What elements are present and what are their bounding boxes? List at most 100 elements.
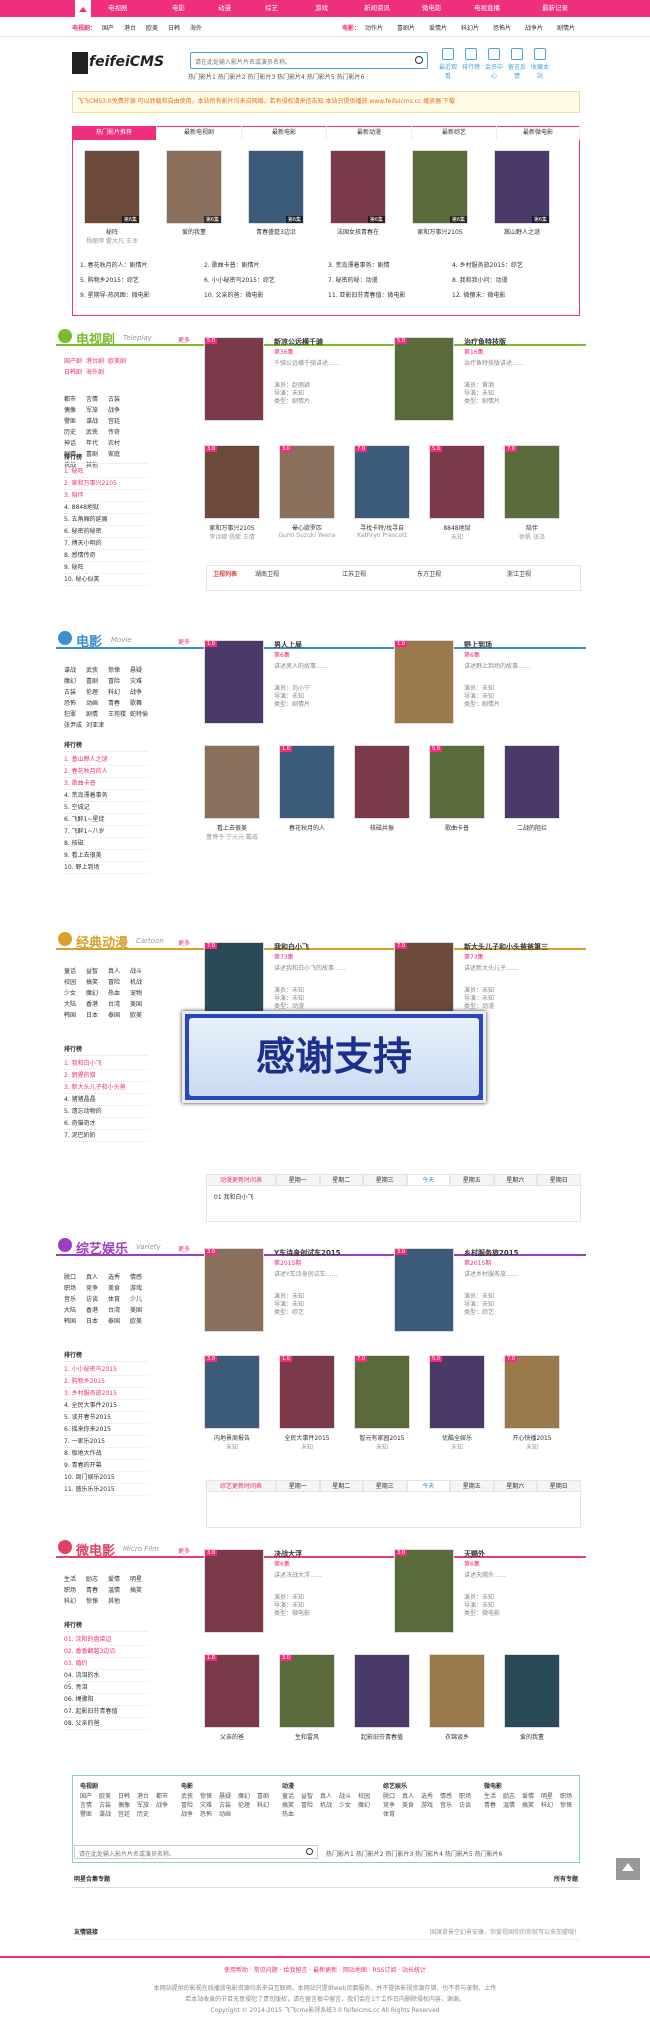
directory-link[interactable]: 魔幻 xyxy=(238,1792,257,1801)
tag-link[interactable]: 言情 xyxy=(86,394,108,405)
tag-link[interactable]: 美食 xyxy=(108,1283,130,1294)
directory-link[interactable]: 搞笑 xyxy=(282,1801,301,1810)
tab-new-micro[interactable]: 最新微电影 xyxy=(497,126,580,140)
week-tab[interactable]: 星期一 xyxy=(276,1480,320,1492)
hot-link[interactable]: 4. 乡村服务旅2015：综艺 xyxy=(452,260,523,269)
section-poster[interactable]: 3.0 xyxy=(204,445,260,519)
directory-link[interactable]: 励志 xyxy=(503,1792,522,1801)
subnav-movie-3[interactable]: 科幻片 xyxy=(461,23,479,32)
section-poster[interactable] xyxy=(354,1654,410,1728)
rank-item[interactable]: 2. 购物乡2015 xyxy=(64,1376,148,1388)
feature-poster[interactable]: 3.0 xyxy=(394,1549,454,1633)
tag-link[interactable]: 科幻 xyxy=(64,1596,86,1607)
tag-link[interactable]: 韩国 xyxy=(64,1010,86,1021)
subnav-tv-4[interactable]: 海外 xyxy=(190,23,202,32)
directory-link[interactable]: 真人 xyxy=(402,1792,421,1801)
tab-new-variety[interactable]: 最新综艺 xyxy=(412,126,497,140)
rank-item[interactable]: 7. 飞醉1~八岁 xyxy=(64,826,148,838)
directory-link[interactable]: 战斗 xyxy=(339,1792,358,1801)
bottom-search[interactable]: 请在此处输入影片片名或演员名称。 xyxy=(74,1845,318,1859)
tag-link[interactable]: 灾难 xyxy=(130,676,152,687)
tag-link[interactable]: 搞笑 xyxy=(86,977,108,988)
nav-history[interactable]: 最新记录 xyxy=(542,0,568,17)
directory-link[interactable]: 军旅 xyxy=(137,1801,156,1810)
hot-link[interactable]: 6. 小小秘密鸟2015：综艺 xyxy=(204,275,275,284)
tag-link[interactable]: 悬疑 xyxy=(130,665,152,676)
rank-item[interactable]: 2. 春花秋月的人 xyxy=(64,766,148,778)
section-poster[interactable]: 7.0 xyxy=(354,445,410,519)
tag-link[interactable]: 益智 xyxy=(86,966,108,977)
subnav-movie-2[interactable]: 爱情片 xyxy=(429,23,447,32)
directory-link[interactable]: 真人 xyxy=(320,1792,339,1801)
rank-item[interactable]: 07. 起影旧芬青春值 xyxy=(64,1706,148,1718)
directory-link[interactable]: 访谈 xyxy=(459,1801,478,1810)
tag-link[interactable]: 搞笑 xyxy=(130,1585,152,1596)
directory-link[interactable]: 选秀 xyxy=(421,1792,440,1801)
hot-link[interactable]: 7. 秘密的秘：动漫 xyxy=(328,275,378,284)
section-poster[interactable] xyxy=(504,745,560,819)
tag-link[interactable]: 刘亚津 xyxy=(86,720,108,731)
directory-link[interactable]: 宫廷 xyxy=(118,1810,137,1819)
hot-link[interactable]: 8. 我和我小问：动漫 xyxy=(452,275,508,284)
week-tab[interactable]: 星期二 xyxy=(319,1480,363,1492)
subnav-movie-6[interactable]: 剧情片 xyxy=(557,23,575,32)
feature-title[interactable]: 治疗鱼特技版 xyxy=(464,337,576,347)
special-all[interactable]: 所有专题 xyxy=(554,1874,578,1883)
tag-link[interactable]: 军旅 xyxy=(86,405,108,416)
tag-link[interactable]: 美国 xyxy=(130,1305,152,1316)
rank-item[interactable]: 7. 傅天小明的 xyxy=(64,538,148,550)
directory-link[interactable]: 港台 xyxy=(137,1792,156,1801)
rank-item[interactable]: 3. 新大头儿子和小头爸 xyxy=(64,1082,148,1094)
section-poster[interactable] xyxy=(504,1654,560,1728)
tag-link[interactable]: 台湾 xyxy=(108,999,130,1010)
tag-link[interactable]: 神话 xyxy=(64,438,86,449)
directory-link[interactable]: 冒险 xyxy=(181,1801,200,1810)
directory-link[interactable]: 日韩 xyxy=(118,1792,137,1801)
directory-heading[interactable]: 微电影 xyxy=(484,1781,502,1790)
directory-link[interactable]: 竞争 xyxy=(383,1801,402,1810)
feature-title[interactable]: 天赐外 xyxy=(464,1549,576,1559)
week-tab[interactable]: 星期日 xyxy=(537,1480,581,1492)
tag-link[interactable]: 明星 xyxy=(130,1574,152,1585)
station-dongfang[interactable]: 东方卫视 xyxy=(417,569,441,578)
section-poster[interactable]: 7.0 xyxy=(504,1355,560,1429)
feature-title[interactable]: 新凉公远横千骑 xyxy=(274,337,386,347)
tab-new-anime[interactable]: 最新动漫 xyxy=(327,126,412,140)
section-poster[interactable]: 1.0 xyxy=(204,1654,260,1728)
tag-link[interactable]: 科幻 xyxy=(108,687,130,698)
tag-link[interactable]: 张尹成 xyxy=(64,720,86,731)
toolbar-recent[interactable]: 最近观看 xyxy=(437,48,459,80)
toolbar-favorite[interactable]: 收藏本站 xyxy=(529,48,551,80)
tag-link[interactable]: 古装 xyxy=(108,394,130,405)
tag-link[interactable]: 冒险 xyxy=(108,977,130,988)
nav-tv[interactable]: 电视剧 xyxy=(108,0,128,17)
tag-link[interactable]: 蛇特偷 xyxy=(130,709,152,720)
rank-item[interactable]: 10. 周门娱乐2015 xyxy=(64,1472,148,1484)
hot-link[interactable]: 11. 亚影旧芬青春值：微电影 xyxy=(328,290,405,299)
feature-title[interactable]: 我和白小飞 xyxy=(274,942,386,952)
tag-link[interactable]: 剧情 xyxy=(86,709,108,720)
poster-caption[interactable]: 寻找卡特/找寻自 xyxy=(346,523,418,532)
tag-link[interactable]: 台湾 xyxy=(108,1305,130,1316)
nav-game[interactable]: 游戏 xyxy=(315,0,328,17)
hot-link[interactable]: 9. 星期导-热风图：微电影 xyxy=(80,290,150,299)
tag-link[interactable]: 机战 xyxy=(130,977,152,988)
directory-link[interactable]: 音乐 xyxy=(440,1801,459,1810)
hot-poster[interactable]: 第6集 xyxy=(412,150,468,224)
hot-poster[interactable]: 第6集 xyxy=(166,150,222,224)
tab-new-tv[interactable]: 最新电视剧 xyxy=(157,126,242,140)
tag-link[interactable]: 偶像 xyxy=(64,405,86,416)
subnav-movie-4[interactable]: 恐怖片 xyxy=(493,23,511,32)
tag-link[interactable]: 歌舞 xyxy=(130,698,152,709)
feature-title[interactable]: Y车诗身创试车2015 xyxy=(274,1248,386,1258)
poster-caption[interactable]: 晕心欲罗匹 xyxy=(271,523,343,532)
directory-link[interactable]: 美食 xyxy=(402,1801,421,1810)
movie-more[interactable]: 更多 xyxy=(178,637,190,646)
tv-more[interactable]: 更多 xyxy=(178,335,190,344)
section-poster[interactable]: 5.0 xyxy=(429,1355,485,1429)
rank-item[interactable]: 6. 飞醉1~星徒 xyxy=(64,814,148,826)
station-zhejiang[interactable]: 浙江卫视 xyxy=(507,569,531,578)
hot-poster[interactable]: 第6集 xyxy=(330,150,386,224)
directory-link[interactable]: 喜剧 xyxy=(257,1792,276,1801)
hot-link[interactable]: 2. 歌曲卡普：剧情片 xyxy=(204,260,260,269)
